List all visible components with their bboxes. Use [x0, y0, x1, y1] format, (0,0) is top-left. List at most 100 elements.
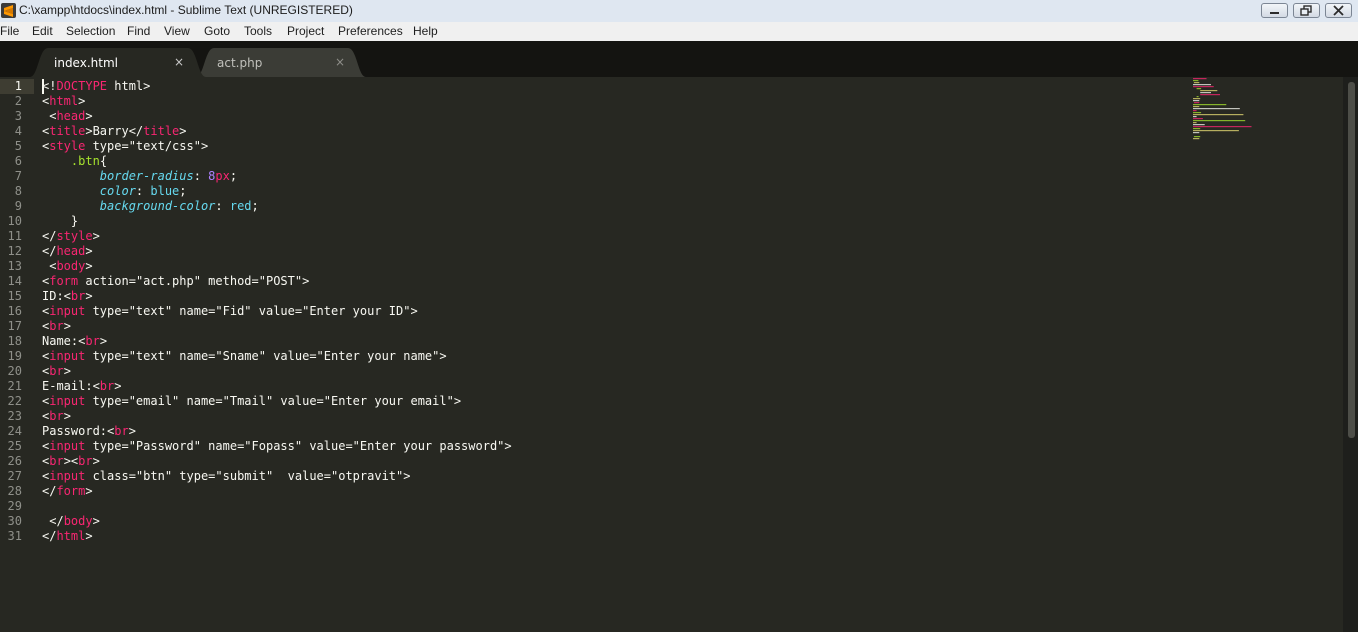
code-line: <style type="text/css">	[42, 139, 209, 153]
minimap-line	[1193, 86, 1214, 88]
tab-label: act.php	[217, 56, 263, 70]
code-line: <input type="text" name="Sname" value="E…	[42, 349, 447, 363]
code-line: ID:<br>	[42, 289, 93, 303]
line-number: 21	[7, 379, 22, 393]
code-line: color: blue;	[99, 184, 187, 198]
line-number: 11	[7, 229, 22, 243]
menu-selection[interactable]: Selection	[66, 24, 115, 38]
menu-preferences[interactable]: Preferences	[338, 24, 403, 38]
minimap-line	[1193, 78, 1207, 80]
minimap-line	[1200, 92, 1211, 94]
minimap-line	[1193, 110, 1197, 112]
line-number: 12	[7, 244, 22, 258]
code-line: <br>	[42, 409, 71, 423]
minimap-line	[1193, 132, 1200, 134]
code-line: <input type="Password" name="Fopass" val…	[42, 439, 512, 453]
line-number: 26	[7, 454, 22, 468]
tab-index-html[interactable]: index.html ×	[30, 48, 206, 77]
minimap-line	[1193, 84, 1211, 86]
menu-goto[interactable]: Goto	[204, 24, 230, 38]
line-number: 10	[7, 214, 22, 228]
code-editor[interactable]: 1 2 3 4 5 6 7 8 9 10 11 12 13 14 15 16 17 18 19 20 21 22 23 24 2…	[0, 77, 1343, 632]
minimap-line	[1196, 96, 1199, 98]
line-number: 30	[7, 514, 22, 528]
menu-view[interactable]: View	[164, 24, 190, 38]
line-number: 7	[14, 169, 22, 183]
close-window-button[interactable]	[1325, 3, 1352, 18]
minimap-line	[1193, 98, 1201, 100]
code-line: <title>Barry</title>	[42, 124, 187, 138]
line-number: 9	[14, 199, 22, 213]
code-line: .btn{	[70, 154, 108, 168]
line-number: 4	[14, 124, 22, 138]
code-line: <body>	[42, 259, 93, 273]
minimap-line	[1193, 108, 1240, 110]
minimap-line	[1193, 128, 1201, 130]
minimap-line	[1193, 80, 1199, 82]
minimap-line	[1193, 118, 1203, 120]
line-number: 23	[7, 409, 22, 423]
minimap-line	[1193, 120, 1246, 122]
menu-edit[interactable]: Edit	[32, 24, 53, 38]
minimap-line	[1193, 116, 1197, 118]
minimap-line	[1193, 82, 1200, 84]
minimap-line	[1193, 104, 1227, 106]
line-number: 14	[7, 274, 22, 288]
minimap-line	[1193, 122, 1197, 124]
line-number: 2	[14, 94, 22, 108]
tab-act-php[interactable]: act.php ×	[196, 48, 366, 77]
minimap-line	[1193, 126, 1252, 128]
line-number: 13	[7, 259, 22, 273]
code-line: </form>	[42, 484, 93, 498]
tab-label: index.html	[54, 56, 118, 70]
code-line: <head>	[42, 109, 93, 123]
menu-tools[interactable]: Tools	[244, 24, 272, 38]
menu-file[interactable]: File	[0, 24, 19, 38]
line-number: 28	[7, 484, 22, 498]
code-line: Password:<br>	[42, 424, 136, 438]
code-line: </body>	[42, 514, 100, 528]
minimap-line	[1193, 124, 1205, 126]
minimap-line	[1200, 90, 1218, 92]
code-line: </html>	[42, 529, 93, 543]
title-bar: C:\xampp\htdocs\index.html - Sublime Tex…	[0, 0, 1358, 23]
minimap-line	[1193, 136, 1201, 138]
line-number: 31	[7, 529, 22, 543]
scrollbar-thumb[interactable]	[1348, 82, 1355, 438]
window-title: C:\xampp\htdocs\index.html - Sublime Tex…	[19, 3, 353, 17]
line-number: 5	[14, 139, 22, 153]
restore-button[interactable]	[1293, 3, 1320, 18]
line-number: 27	[7, 469, 22, 483]
minimize-button[interactable]	[1261, 3, 1288, 18]
close-tab-icon[interactable]: ×	[174, 55, 184, 69]
code-line: <br><br>	[42, 454, 100, 468]
code-line: <!DOCTYPE html>	[42, 79, 151, 93]
code-line: Name:<br>	[42, 334, 108, 348]
minimap-line	[1193, 138, 1200, 140]
minimap-line	[1200, 94, 1220, 96]
line-number: 3	[14, 109, 22, 123]
line-number: 18	[7, 334, 22, 348]
code-line: <input class="btn" type="submit" value="…	[42, 469, 411, 483]
line-number: 20	[7, 364, 22, 378]
code-line: E-mail:<br>	[42, 379, 122, 393]
minimap-line	[1193, 102, 1200, 104]
line-number: 8	[14, 184, 22, 198]
line-number: 17	[7, 319, 22, 333]
sublime-text-icon	[1, 3, 16, 18]
menu-help[interactable]: Help	[413, 24, 438, 38]
close-tab-icon[interactable]: ×	[335, 55, 345, 69]
line-number: 24	[7, 424, 22, 438]
close-icon	[1333, 5, 1344, 16]
menu-bar: File Edit Selection Find View Goto Tools…	[0, 22, 1358, 41]
code-line: }	[42, 214, 79, 228]
tab-bar: ◀ ▶ act.php × index.html × ▼	[0, 41, 1358, 108]
line-number: 16	[7, 304, 22, 318]
line-number: 25	[7, 439, 22, 453]
code-line: </style>	[42, 229, 100, 243]
minimap-line	[1193, 130, 1239, 132]
menu-find[interactable]: Find	[127, 24, 150, 38]
code-line: background-color: red;	[99, 199, 259, 213]
menu-project[interactable]: Project	[287, 24, 324, 38]
minimap[interactable]	[1190, 78, 1260, 142]
